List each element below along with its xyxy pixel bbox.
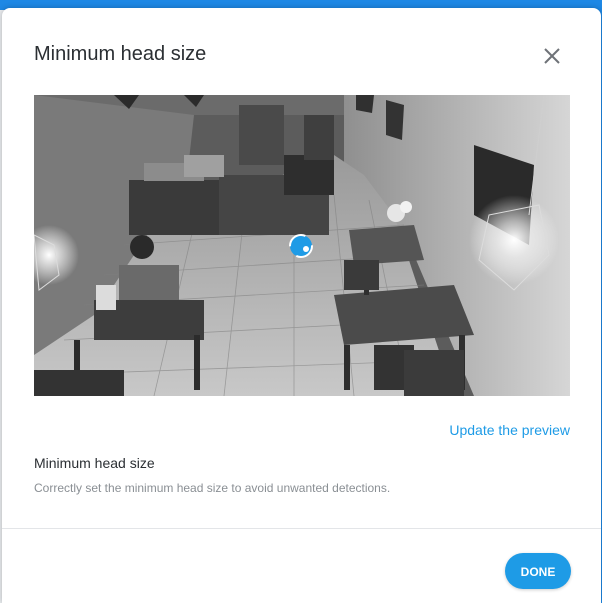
dialog-title: Minimum head size (34, 43, 207, 65)
footer-divider (2, 528, 601, 529)
head-size-marker-icon (289, 234, 313, 258)
close-button[interactable] (540, 44, 564, 68)
camera-preview-image (34, 95, 570, 396)
setting-label: Minimum head size (34, 455, 155, 471)
minimum-head-size-dialog: Minimum head size Update the preview Min… (2, 8, 601, 603)
close-icon (544, 48, 560, 64)
done-button[interactable]: DONE (505, 553, 571, 589)
camera-preview[interactable] (34, 95, 570, 396)
update-preview-link[interactable]: Update the preview (449, 422, 570, 438)
setting-help-text: Correctly set the minimum head size to a… (34, 481, 391, 495)
